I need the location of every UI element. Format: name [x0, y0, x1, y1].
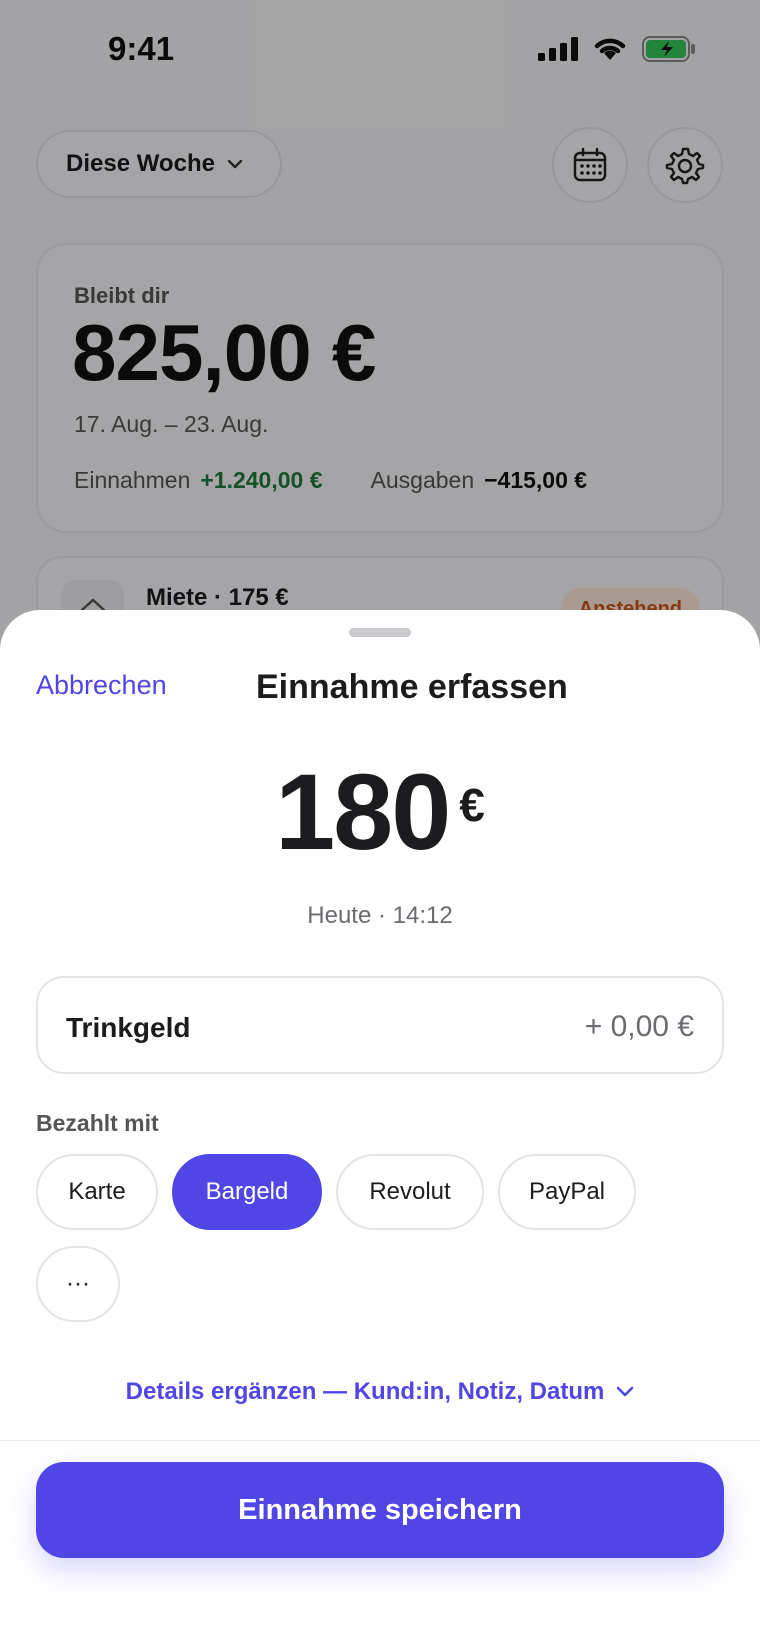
chevron-down-icon	[617, 1386, 634, 1397]
payment-chip-label: PayPal	[528, 1178, 606, 1205]
amount-timestamp: Heute · 14:12	[307, 902, 453, 929]
sheet-grabber[interactable]	[349, 628, 411, 637]
amount-currency: €	[459, 779, 485, 831]
divider	[0, 1440, 760, 1441]
payment-chip-bargeld[interactable]: Bargeld	[172, 1154, 322, 1230]
more-icon: ···	[66, 1270, 90, 1297]
payment-method-label: Bezahlt mit	[36, 1110, 159, 1136]
amount-value: 180	[275, 751, 451, 872]
payment-chip-label: Karte	[68, 1178, 126, 1205]
tip-field[interactable]: Trinkgeld + 0,00 €	[36, 976, 724, 1074]
payment-chip-paypal[interactable]: PayPal	[498, 1154, 636, 1230]
amount-display[interactable]: 180 €	[0, 758, 760, 866]
payment-chip-karte[interactable]: Karte	[36, 1154, 158, 1230]
payment-chip-more[interactable]: ···	[36, 1246, 120, 1322]
payment-chip-revolut[interactable]: Revolut	[336, 1154, 484, 1230]
cancel-button[interactable]: Abbrechen	[36, 670, 167, 701]
tip-label: Trinkgeld	[66, 1012, 191, 1043]
payment-chip-label: Revolut	[369, 1178, 451, 1205]
details-expand-link[interactable]: Details ergänzen — Kund:in, Notiz, Datum	[0, 1378, 760, 1406]
save-button-label: Einnahme speichern	[238, 1493, 522, 1526]
save-income-button[interactable]: Einnahme speichern	[36, 1462, 724, 1558]
details-link-label: Details ergänzen — Kund:in, Notiz, Datum	[125, 1378, 605, 1405]
add-income-sheet: Abbrechen Einnahme erfassen 180 € Heute …	[0, 610, 760, 1647]
tip-value: + 0,00 €	[584, 1010, 694, 1043]
sheet-title: Einnahme erfassen	[256, 668, 568, 706]
payment-chip-label: Bargeld	[205, 1178, 289, 1205]
